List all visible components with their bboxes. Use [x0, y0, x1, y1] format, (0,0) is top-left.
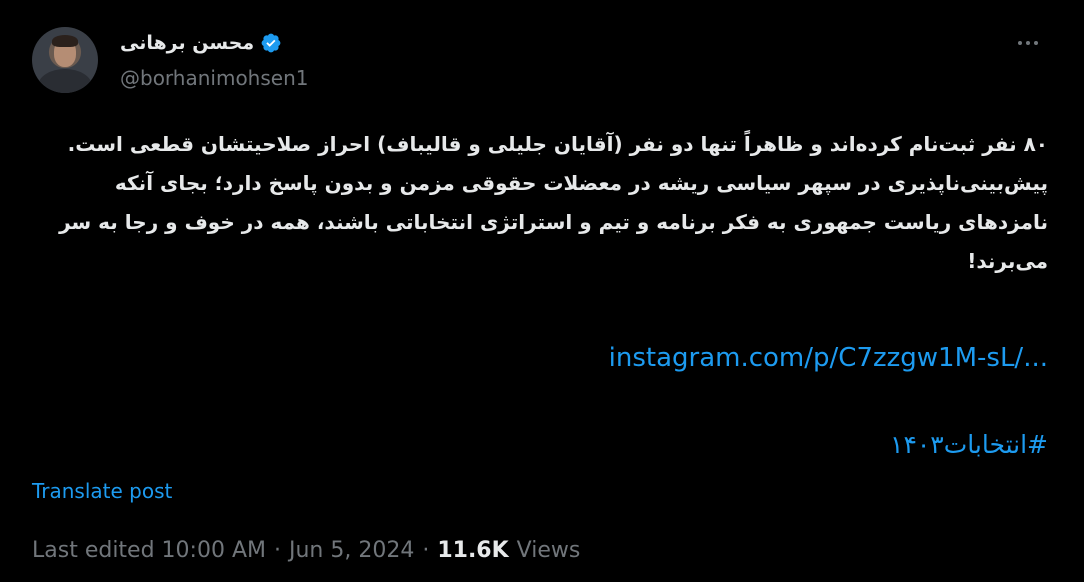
post-date[interactable]: Jun 5, 2024	[289, 538, 414, 563]
instagram-link[interactable]: instagram.com/p/C7zzgw1M-sL/...	[609, 343, 1048, 373]
more-dot	[1034, 41, 1038, 45]
tweet-card: محسن برهانی @borhanimohsen1 ۸۰ نفر ثبت‌ن…	[0, 0, 1084, 582]
avatar-hair	[52, 35, 78, 47]
post-line: پیش‌بینی‌ناپذیری در سپهر سیاسی ریشه در م…	[114, 171, 1048, 195]
views-label: Views	[516, 538, 581, 563]
last-edited-time[interactable]: Last edited 10:00 AM	[32, 538, 266, 563]
author-name-row[interactable]: محسن برهانی	[120, 30, 282, 56]
post-metadata: Last edited 10:00 AM · Jun 5, 2024 · 11.…	[32, 538, 580, 563]
avatar-shoulders	[38, 69, 92, 93]
views-count: 11.6K	[437, 538, 509, 563]
more-options-icon[interactable]	[1018, 33, 1038, 53]
more-dot	[1018, 41, 1022, 45]
author-handle[interactable]: @borhanimohsen1	[120, 66, 309, 90]
author-display-name[interactable]: محسن برهانی	[120, 32, 254, 54]
post-line: می‌برند!	[967, 249, 1048, 273]
post-line: نامزدهای ریاست جمهوری به فکر برنامه و تی…	[59, 210, 1048, 234]
meta-separator: ·	[422, 538, 430, 563]
meta-separator: ·	[273, 538, 281, 563]
verified-badge-icon	[260, 32, 282, 54]
avatar[interactable]	[32, 27, 98, 93]
post-line: ۸۰ نفر ثبت‌نام کرده‌اند و ظاهراً تنها دو…	[67, 132, 1048, 156]
post-body: ۸۰ نفر ثبت‌نام کرده‌اند و ظاهراً تنها دو…	[28, 125, 1048, 281]
more-dot	[1026, 41, 1030, 45]
hashtag-link[interactable]: #انتخابات۱۴۰۳	[890, 430, 1048, 459]
translate-post-button[interactable]: Translate post	[32, 479, 172, 503]
